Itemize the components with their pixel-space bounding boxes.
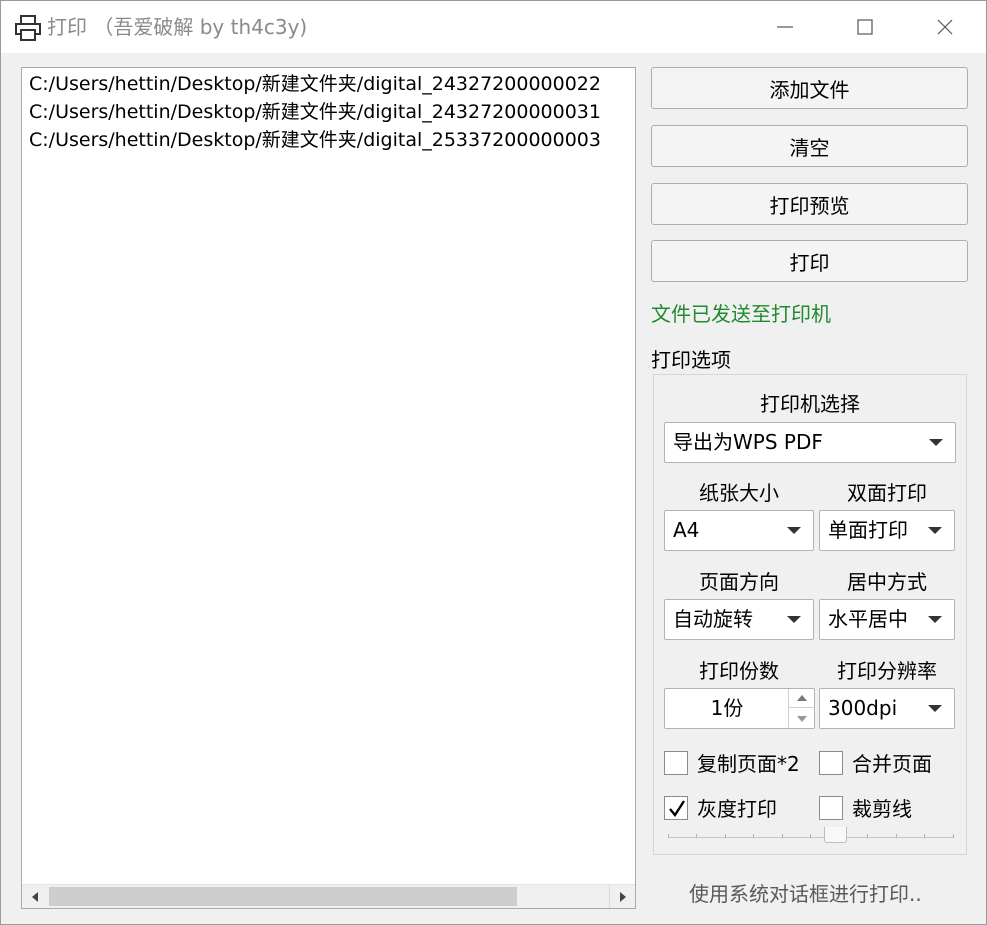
slider-thumb[interactable] [824, 827, 847, 843]
clear-button[interactable]: 清空 [651, 125, 968, 167]
slider-tick [696, 834, 697, 838]
chevron-down-icon [929, 439, 943, 446]
triangle-up-icon [796, 695, 807, 701]
duplex-value: 单面打印 [828, 518, 908, 542]
scroll-thumb[interactable] [49, 887, 517, 906]
print-button[interactable]: 打印 [651, 240, 968, 282]
checkbox-box[interactable] [664, 750, 688, 775]
centering-label: 居中方式 [847, 570, 927, 594]
chevron-down-icon [928, 527, 942, 534]
centering-value: 水平居中 [828, 607, 908, 631]
resolution-select[interactable]: 300dpi [819, 688, 955, 729]
printer-select-value: 导出为WPS PDF [673, 430, 823, 454]
copies-stepper[interactable]: 1份 [664, 688, 815, 729]
print-window: 打印 （吾爱破解 by th4c3y) C:/Users/hettin/Desk… [0, 0, 987, 925]
stepper-up-button[interactable] [789, 689, 814, 708]
triangle-right-icon [619, 892, 626, 902]
checkbox-box[interactable] [819, 750, 843, 775]
triangle-down-icon [796, 715, 807, 722]
paper-size-value: A4 [673, 518, 700, 542]
slider-tick [753, 834, 754, 838]
close-icon [937, 19, 953, 35]
printer-icon [15, 15, 41, 41]
crop-marks-checkbox[interactable]: 裁剪线 [819, 793, 912, 822]
checkbox-box[interactable] [819, 795, 843, 820]
printer-select[interactable]: 导出为WPS PDF [664, 422, 956, 463]
resolution-value: 300dpi [828, 696, 898, 720]
slider-tick [896, 834, 897, 838]
add-file-button[interactable]: 添加文件 [651, 67, 968, 109]
scroll-left-button[interactable] [22, 885, 48, 908]
slider-tick [810, 834, 811, 838]
duplex-label: 双面打印 [847, 481, 927, 505]
maximize-button[interactable] [825, 1, 905, 53]
crop-marks-label: 裁剪线 [852, 797, 912, 821]
grayscale-checkbox[interactable]: 灰度打印 [664, 793, 777, 822]
slider-tick [668, 834, 669, 838]
slider-track[interactable] [668, 837, 954, 838]
minimize-icon [777, 26, 793, 28]
file-list-item[interactable]: C:/Users/hettin/Desktop/新建文件夹/digital_24… [22, 70, 635, 98]
copies-label: 打印份数 [699, 659, 779, 683]
system-dialog-link[interactable]: 使用系统对话框进行打印.. [689, 878, 922, 907]
file-list-item[interactable]: C:/Users/hettin/Desktop/新建文件夹/digital_24… [22, 98, 635, 126]
status-text: 文件已发送至打印机 [651, 302, 831, 326]
slider-tick [782, 834, 783, 838]
slider-tick [924, 834, 925, 838]
file-list[interactable]: C:/Users/hettin/Desktop/新建文件夹/digital_24… [21, 67, 636, 909]
close-button[interactable] [905, 1, 985, 53]
maximize-icon [857, 19, 873, 35]
resolution-label: 打印分辨率 [837, 659, 937, 683]
slider-tick [867, 834, 868, 838]
checkbox-box[interactable] [664, 795, 688, 820]
print-preview-button[interactable]: 打印预览 [651, 183, 968, 225]
orientation-label: 页面方向 [699, 570, 779, 594]
minimize-button[interactable] [745, 1, 825, 53]
triangle-left-icon [32, 892, 38, 902]
slider-tick [953, 834, 954, 838]
scroll-right-button[interactable] [609, 885, 635, 908]
chevron-down-icon [928, 705, 942, 712]
chevron-down-icon [928, 616, 942, 623]
file-list-item[interactable]: C:/Users/hettin/Desktop/新建文件夹/digital_25… [22, 126, 635, 154]
slider-tick [725, 834, 726, 838]
centering-select[interactable]: 水平居中 [819, 599, 955, 640]
duplex-select[interactable]: 单面打印 [819, 510, 955, 551]
chevron-down-icon [787, 616, 801, 623]
orientation-value: 自动旋转 [673, 607, 753, 631]
duplicate-page-checkbox[interactable]: 复制页面*2 [664, 748, 800, 777]
window-title: 打印 （吾爱破解 by th4c3y) [47, 15, 308, 39]
copies-value[interactable]: 1份 [665, 689, 789, 728]
paper-size-label: 纸张大小 [699, 481, 779, 505]
printer-label: 打印机选择 [760, 392, 860, 416]
horizontal-scrollbar[interactable] [22, 884, 635, 908]
duplicate-page-label: 复制页面*2 [697, 752, 800, 776]
stepper-buttons [788, 689, 814, 728]
title-bar: 打印 （吾爱破解 by th4c3y) [1, 1, 986, 53]
stepper-down-button[interactable] [789, 709, 814, 728]
chevron-down-icon [787, 527, 801, 534]
grayscale-label: 灰度打印 [697, 797, 777, 821]
paper-size-select[interactable]: A4 [664, 510, 814, 551]
print-options-label: 打印选项 [651, 348, 731, 372]
merge-pages-label: 合并页面 [852, 752, 932, 776]
merge-pages-checkbox[interactable]: 合并页面 [819, 748, 932, 777]
checkmark-icon [669, 799, 686, 817]
orientation-select[interactable]: 自动旋转 [664, 599, 814, 640]
